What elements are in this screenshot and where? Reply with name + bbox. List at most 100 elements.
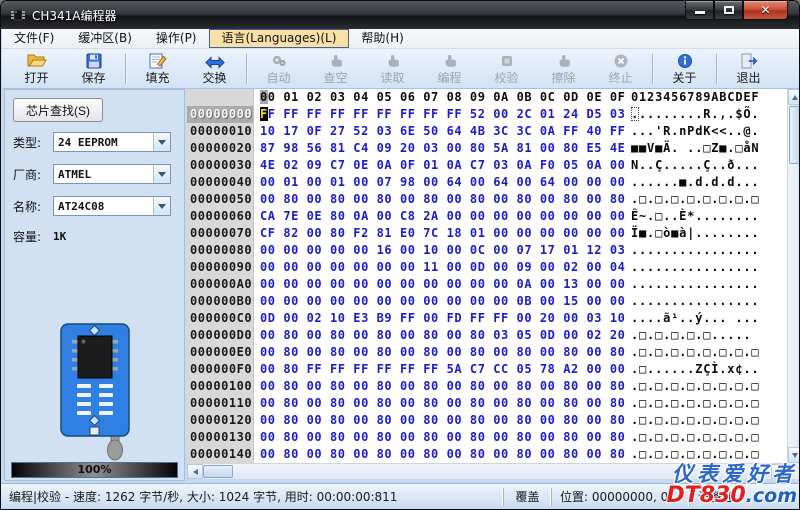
hex-row[interactable]: 00000140 00 80 00 80 00 80 00 80 00 80 0… [187,446,800,463]
row-bytes[interactable]: CF 82 00 80 F2 81 E0 7C 18 01 00 00 00 0… [253,225,631,242]
hex-row[interactable]: 00000020 87 98 56 81 C4 09 20 03 00 80 5… [187,140,800,157]
byte-cursor[interactable]: F [260,107,268,121]
row-ascii[interactable]: .........R.,.$Õ. [631,106,771,123]
hex-row[interactable]: 000000B0 00 00 00 00 00 00 00 00 00 00 0… [187,293,800,310]
hex-row[interactable]: 00000120 00 80 00 80 00 80 00 80 00 80 0… [187,412,800,429]
fill-button[interactable]: 填充 [129,50,186,88]
row-bytes[interactable]: 00 80 00 80 00 80 00 80 00 80 00 80 00 8… [253,395,631,412]
vertical-scrollbar[interactable] [787,89,800,463]
chevron-down-icon[interactable] [153,197,170,215]
hex-row[interactable]: 000000F0 00 80 FF FF FF FF FF FF 5A C7 C… [187,361,800,378]
save-button[interactable]: 保存 [65,50,122,88]
hex-row[interactable]: 00000040 00 01 00 01 00 07 98 00 64 00 6… [187,174,800,191]
stop-button[interactable]: 终止 [592,50,649,88]
row-bytes[interactable]: 00 80 00 80 00 80 00 80 00 80 03 05 0D 0… [253,327,631,344]
blank-check-button[interactable]: 查空 [307,50,364,88]
row-bytes[interactable]: 4E 02 09 C7 0E 0A 0F 01 0A C7 03 0A F0 0… [253,157,631,174]
row-ascii[interactable]: .□.□.□.□.□.□.□.□ [631,429,771,446]
hex-row[interactable]: 00000060 CA 7E 0E 80 0A 00 C8 2A 00 00 0… [187,208,800,225]
hex-row[interactable]: 000000A0 00 00 00 00 00 00 00 00 00 00 0… [187,276,800,293]
row-ascii[interactable]: Ê~.□..È*........ [631,208,771,225]
scroll-right-button[interactable] [771,464,787,479]
chip-name-select[interactable]: AT24C08 [53,196,171,216]
hex-row[interactable]: 00000130 00 80 00 80 00 80 00 80 00 80 0… [187,429,800,446]
scroll-up-button[interactable] [788,89,800,105]
row-ascii[interactable]: .□.□.□.□.□.□.□.□ [631,344,771,361]
hex-row-selected[interactable]: 00000000 FF FF FF FF FF FF FF FF FF 52 0… [187,106,800,123]
close-button[interactable]: ✕ [743,1,788,20]
chevron-down-icon[interactable] [153,165,170,183]
minimize-button[interactable] [685,1,714,20]
row-ascii[interactable]: ................ [631,276,771,293]
row-bytes[interactable]: CA 7E 0E 80 0A 00 C8 2A 00 00 00 00 00 0… [253,208,631,225]
row-bytes[interactable]: 00 80 00 80 00 80 00 80 00 80 00 80 00 8… [253,429,631,446]
row-ascii[interactable]: .□.□.□.□.□.□.□.□ [631,412,771,429]
row-bytes[interactable]: 87 98 56 81 C4 09 20 03 00 80 5A 81 00 8… [253,140,631,157]
hex-row[interactable]: 000000C0 0D 00 02 10 E3 B9 FF 00 FD FF F… [187,310,800,327]
horizontal-scrollbar[interactable] [187,463,787,479]
row-ascii[interactable]: ....ã¹..ý... ... [631,310,771,327]
exit-button[interactable]: 退出 [720,50,777,88]
maximize-button[interactable] [714,1,743,20]
row-bytes[interactable]: 00 00 00 00 00 16 00 10 00 0C 00 07 17 0… [253,242,631,259]
hex-row[interactable]: 00000030 4E 02 09 C7 0E 0A 0F 01 0A C7 0… [187,157,800,174]
auto-button[interactable]: 自动 [250,50,307,88]
row-bytes[interactable]: 00 00 00 00 00 00 00 00 00 00 00 0A 00 1… [253,276,631,293]
row-ascii[interactable]: ................ [631,242,771,259]
read-button[interactable]: 读取 [364,50,421,88]
hex-row[interactable]: 00000080 00 00 00 00 00 16 00 10 00 0C 0… [187,242,800,259]
row-bytes[interactable]: 00 80 00 80 00 80 00 80 00 80 00 80 00 8… [253,446,631,463]
horizontal-scroll-thumb[interactable] [203,465,233,478]
row-ascii[interactable]: .□.□.□.□.□.□.□.□ [631,446,771,463]
hex-row[interactable]: 00000110 00 80 00 80 00 80 00 80 00 80 0… [187,395,800,412]
menu-help[interactable]: 帮助(H) [349,29,415,48]
chevron-down-icon[interactable] [153,133,170,151]
hex-row[interactable]: 00000070 CF 82 00 80 F2 81 E0 7C 18 01 0… [187,225,800,242]
row-ascii[interactable]: ■■V■Ä. ..□Z■.□åN [631,140,771,157]
row-ascii[interactable]: .□......ZÇÌ.x¢.. [631,361,771,378]
hex-row[interactable]: 000000D0 00 80 00 80 00 80 00 80 00 80 0… [187,327,800,344]
row-ascii[interactable]: N..Ç.....Ç..ð... [631,157,771,174]
row-bytes[interactable]: 00 00 00 00 00 00 00 00 00 00 00 0B 00 1… [253,293,631,310]
row-ascii[interactable]: .□.□.□.□.□.□.□.□ [631,378,771,395]
find-chip-button[interactable]: 芯片查找(S) [13,98,103,122]
row-bytes[interactable]: 00 80 00 80 00 80 00 80 00 80 00 80 00 8… [253,191,631,208]
menu-operation[interactable]: 操作(P) [144,29,209,48]
row-ascii[interactable]: .□.□.□.□.□.□.□.□ [631,395,771,412]
row-ascii[interactable]: ................ [631,259,771,276]
menu-language[interactable]: 语言(Languages)(L) [209,29,350,48]
row-bytes[interactable]: 00 80 FF FF FF FF FF FF 5A C7 CC 05 78 A… [253,361,631,378]
row-bytes[interactable]: 00 80 00 80 00 80 00 80 00 80 00 80 00 8… [253,344,631,361]
hex-row[interactable]: 000000E0 00 80 00 80 00 80 00 80 00 80 0… [187,344,800,361]
vertical-scroll-thumb[interactable] [789,106,800,164]
row-bytes[interactable]: FF FF FF FF FF FF FF FF FF 52 00 2C 01 2… [253,106,631,123]
row-ascii[interactable]: ...'R.nPdK<<..@. [631,123,771,140]
menu-file[interactable]: 文件(F) [2,29,66,48]
open-button[interactable]: 打开 [8,50,65,88]
scroll-down-button[interactable] [788,447,800,463]
type-select[interactable]: 24 EEPROM [53,132,171,152]
hex-row[interactable]: 00000050 00 80 00 80 00 80 00 80 00 80 0… [187,191,800,208]
vendor-select[interactable]: ATMEL [53,164,171,184]
row-bytes[interactable]: 00 80 00 80 00 80 00 80 00 80 00 80 00 8… [253,412,631,429]
row-bytes[interactable]: 0D 00 02 10 E3 B9 FF 00 FD FF FF 00 20 0… [253,310,631,327]
row-ascii[interactable]: .□.□.□.□.□..... [631,327,771,344]
hex-row[interactable]: 00000090 00 00 00 00 00 00 00 11 00 0D 0… [187,259,800,276]
row-bytes[interactable]: 10 17 0F 27 52 03 6E 50 64 4B 3C 3C 0A F… [253,123,631,140]
row-bytes[interactable]: 00 01 00 01 00 07 98 00 64 00 64 00 64 0… [253,174,631,191]
program-button[interactable]: 编程 [421,50,478,88]
menu-buffer[interactable]: 缓冲区(B) [66,29,144,48]
hex-row[interactable]: 00000100 00 80 00 80 00 80 00 80 00 80 0… [187,378,800,395]
about-button[interactable]: 关于 [656,50,713,88]
hex-row[interactable]: 00000010 10 17 0F 27 52 03 6E 50 64 4B 3… [187,123,800,140]
verify-button[interactable]: 校验 [478,50,535,88]
row-ascii[interactable]: ................ [631,293,771,310]
erase-button[interactable]: 擦除 [535,50,592,88]
swap-button[interactable]: 交换 [186,50,243,88]
title-bar[interactable]: CH341A编程器 ✕ [1,1,799,29]
row-bytes[interactable]: 00 80 00 80 00 80 00 80 00 80 00 80 00 8… [253,378,631,395]
row-ascii[interactable]: .□.□.□.□.□.□.□.□ [631,191,771,208]
ascii-cursor[interactable]: . [631,107,639,121]
row-bytes[interactable]: 00 00 00 00 00 00 00 11 00 0D 00 09 00 0… [253,259,631,276]
row-ascii[interactable]: Ï■.□ò■à|........ [631,225,771,242]
